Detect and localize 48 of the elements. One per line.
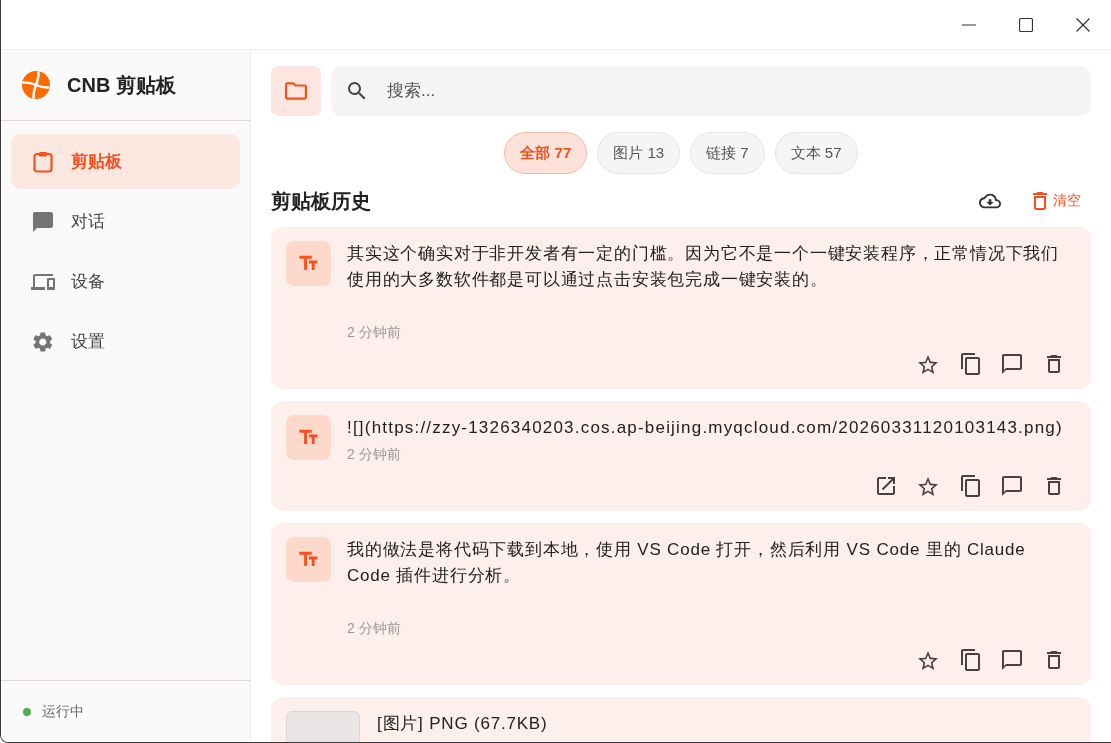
history-card[interactable]: 我的做法是将代码下载到本地，使用 VS Code 打开，然后利用 VS Code 里的 Claude Code 插件进行分析。 2 分钟前 — [271, 523, 1091, 685]
text-format-icon — [286, 241, 331, 286]
clipboard-icon — [33, 150, 53, 173]
section-title: 剪贴板历史 — [271, 188, 372, 214]
copy-icon — [960, 475, 980, 497]
folder-button[interactable] — [271, 66, 321, 116]
clip-text: ![](https://zzy-1326340203.cos.ap-beijing.myqcloud.com/20260331120103143.png) — [347, 417, 1064, 439]
nav-item[interactable]: 对话 — [11, 194, 240, 249]
history-card[interactable]: [图片] PNG (67.7KB) — [271, 697, 1091, 742]
history-card[interactable]: ![](https://zzy-1326340203.cos.ap-beijing.myqcloud.com/20260331120103143.png) 2 分钟前 — [271, 401, 1091, 511]
chat-bubble-icon — [33, 211, 53, 232]
search-field[interactable]: 搜索... — [331, 66, 1091, 116]
trash-icon — [1047, 355, 1061, 373]
timestamp: 2 分钟前 — [347, 445, 402, 464]
logo-icon — [22, 71, 50, 99]
external-link-icon — [877, 477, 895, 495]
timestamp: 2 分钟前 — [347, 323, 402, 342]
clip-text: 其实这个确实对于非开发者有一定的门槛。因为它不是一个一键安装程序，正常情况下我们使用的大多数软件都是可以通过点击安装包完成一键安装的。 — [347, 243, 1060, 291]
settings-icon — [33, 331, 53, 352]
cloud-download-icon — [979, 193, 1001, 209]
folder-icon — [285, 82, 307, 100]
search-icon — [348, 82, 366, 100]
status-label: 运行中 — [42, 702, 84, 721]
filter-chip[interactable]: 图片 13 — [597, 132, 681, 174]
minimize-icon — [961, 23, 976, 26]
trash-icon — [1047, 651, 1061, 669]
filter-chip[interactable]: 文本 57 — [774, 132, 858, 174]
speech-bubble-icon — [1002, 650, 1022, 670]
clip-text: 我的做法是将代码下载到本地，使用 VS Code 打开，然后利用 VS Code 里的 Claude Code 插件进行分析。 — [347, 539, 1027, 587]
maximize-icon — [1018, 17, 1033, 32]
clip-text: [图片] PNG (67.7KB) — [377, 713, 549, 735]
speech-bubble-icon — [1002, 354, 1022, 374]
speech-bubble-icon — [1002, 476, 1022, 496]
clear-button[interactable]: 清空 — [1027, 186, 1091, 216]
timestamp: 2 分钟前 — [347, 619, 402, 638]
close-icon — [1075, 17, 1090, 32]
filter-chip[interactable]: 链接 7 — [690, 132, 765, 174]
text-format-icon — [286, 415, 331, 460]
copy-icon — [960, 353, 980, 375]
trash-icon — [1033, 192, 1047, 210]
history-card[interactable]: 其实这个确实对于非开发者有一定的门槛。因为它不是一个一键安装程序，正常情况下我们使用的大多数软件都是可以通过点击安装包完成一键安装的。 2 分钟前 — [271, 227, 1091, 389]
nav-item[interactable]: 设置 — [11, 314, 240, 369]
nav-item[interactable]: 设备 — [11, 254, 240, 309]
trash-icon — [1047, 477, 1061, 495]
copy-icon — [960, 649, 980, 671]
app-title: CNB 剪贴板 — [67, 72, 176, 98]
text-format-icon — [286, 537, 331, 582]
devices-icon — [31, 273, 55, 290]
